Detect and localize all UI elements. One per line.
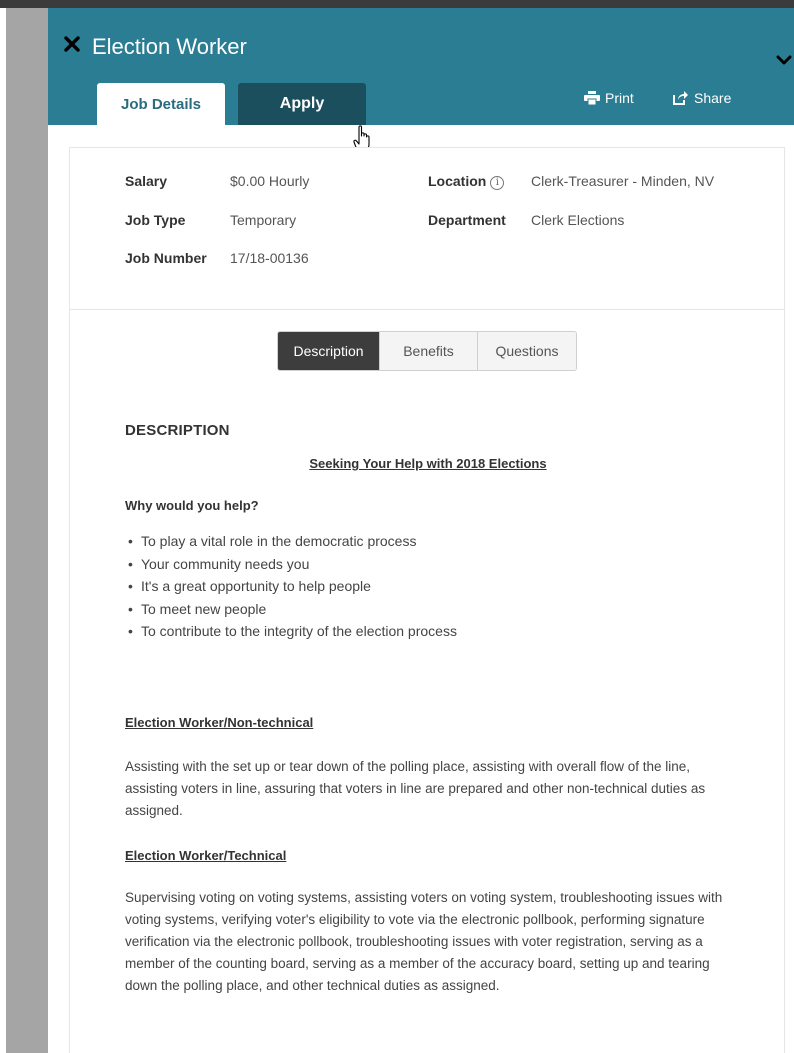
salary-label: Salary: [125, 173, 168, 189]
page-background-rail: [0, 8, 48, 1053]
top-strip: [0, 0, 794, 8]
info-icon[interactable]: i: [490, 176, 505, 190]
tab-questions[interactable]: Questions: [477, 332, 576, 370]
job-header: Election Worker Job Details Apply Print …: [48, 8, 794, 125]
share-icon: [673, 91, 688, 105]
description-title: Seeking Your Help with 2018 Elections: [309, 456, 547, 471]
location-label: Location: [428, 173, 487, 189]
rail-edge: [0, 8, 6, 1053]
job-type-value: Temporary: [230, 212, 297, 228]
chevron-down-icon[interactable]: [776, 54, 792, 66]
printer-icon: [584, 91, 600, 105]
tab-benefits[interactable]: Benefits: [379, 332, 477, 370]
job-details-card: Salary $0.00 Hourly Location i Clerk-Trea…: [69, 147, 785, 1053]
technical-description: Supervising voting on voting systems, as…: [125, 890, 723, 993]
apply-button[interactable]: Apply: [238, 83, 366, 125]
list-item: • To contribute to the integrity of the e…: [128, 623, 457, 639]
reasons-list: • To play a vital role in the democratic …: [125, 530, 457, 643]
tab-job-details[interactable]: Job Details: [97, 83, 225, 125]
location-label-wrap: Location i: [428, 173, 505, 190]
job-number-value: 17/18-00136: [230, 250, 309, 266]
technical-heading: Election Worker/Technical: [125, 848, 287, 863]
share-label: Share: [694, 90, 732, 106]
department-label: Department: [428, 212, 506, 228]
list-item: • Your community needs you: [128, 555, 310, 572]
why-help-heading: Why would you help?: [125, 498, 259, 513]
list-item: • It's a great opportunity to help people: [128, 578, 371, 594]
location-value: Clerk-Treasurer - Minden, NV: [531, 173, 715, 189]
salary-value: $0.00 Hourly: [230, 173, 310, 189]
divider: [70, 309, 784, 310]
tab-description[interactable]: Description: [278, 332, 379, 370]
list-item: • To meet new people: [128, 600, 267, 617]
print-label: Print: [605, 90, 634, 106]
section-heading: DESCRIPTION: [125, 422, 230, 439]
close-icon[interactable]: [64, 36, 80, 52]
job-title: Election Worker: [92, 34, 247, 59]
job-type-label: Job Type: [125, 212, 186, 228]
department-value: Clerk Elections: [531, 212, 625, 228]
non-technical-description: Assisting with the set up or tear down o…: [125, 759, 706, 818]
content-tabs: Description Benefits Questions: [277, 331, 577, 371]
print-button[interactable]: Print: [584, 90, 634, 106]
share-button[interactable]: Share: [673, 90, 731, 106]
list-item: • To play a vital role in the democratic …: [128, 533, 417, 549]
job-number-label: Job Number: [125, 250, 207, 266]
non-technical-heading: Election Worker/Non-technical: [125, 715, 314, 730]
